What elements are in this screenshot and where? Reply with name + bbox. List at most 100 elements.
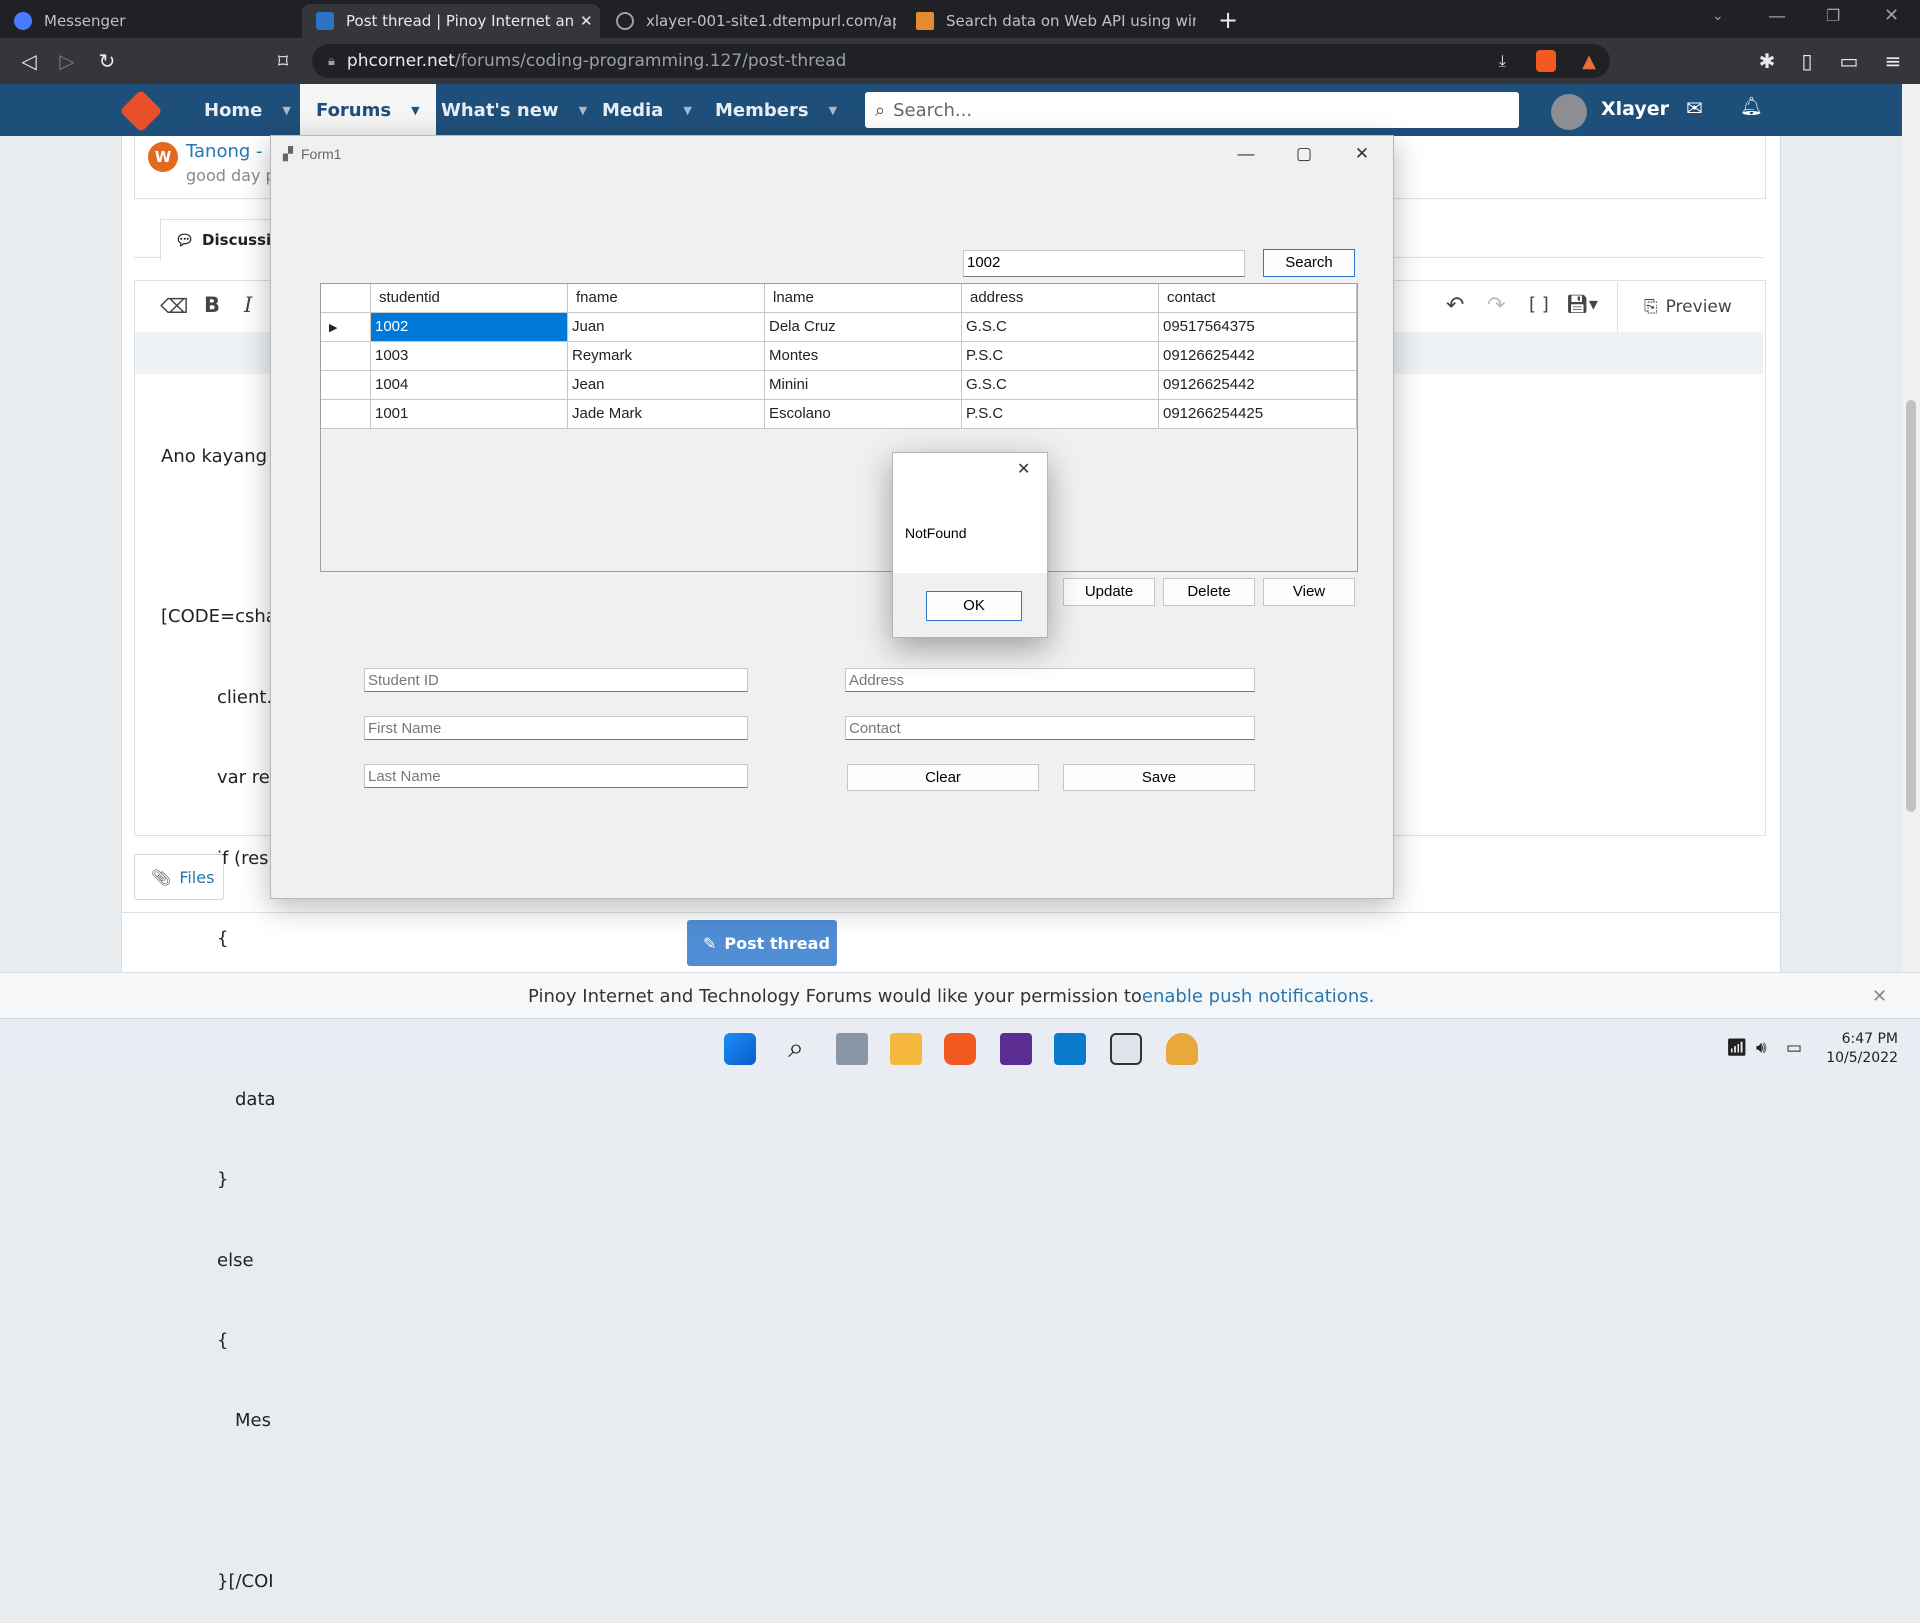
volume-icon[interactable]: 🔊︎: [1756, 1038, 1767, 1058]
battery-icon[interactable]: ▭: [1786, 1038, 1802, 1058]
tab-messenger[interactable]: Messenger: [0, 4, 300, 38]
update-button[interactable]: Update: [1063, 578, 1155, 606]
wallet-icon[interactable]: ▭: [1838, 50, 1860, 72]
username[interactable]: Xlayer: [1601, 98, 1669, 120]
close-icon[interactable]: ✕: [1017, 459, 1030, 479]
table-row[interactable]: 1004 Jean Minini G.S.C 09126625442: [321, 371, 1357, 400]
nav-media[interactable]: Media ▼: [602, 84, 692, 136]
minimize-icon[interactable]: —: [1217, 136, 1275, 172]
chevron-down-icon[interactable]: ▼: [829, 104, 837, 117]
column-header[interactable]: fname: [568, 284, 765, 313]
messenger-icon: [14, 12, 32, 30]
row-header[interactable]: [321, 371, 371, 400]
table-row[interactable]: 1001 Jade Mark Escolano P.S.C 0912662544…: [321, 400, 1357, 429]
wifi-icon[interactable]: 📶︎: [1726, 1038, 1748, 1058]
form-app-icon[interactable]: [1110, 1033, 1142, 1065]
column-header[interactable]: address: [962, 284, 1159, 313]
row-header[interactable]: [321, 400, 371, 429]
search-input[interactable]: 1002: [963, 250, 1245, 277]
tab-search-data[interactable]: Search data on Web API using windo: [902, 4, 1202, 38]
chevron-down-icon[interactable]: ▼: [683, 104, 691, 117]
bold-icon[interactable]: B: [204, 293, 220, 317]
nav-whats-new[interactable]: What's new ▼: [441, 84, 587, 136]
files-button[interactable]: 📎︎ Files: [134, 854, 224, 900]
chevron-down-icon[interactable]: ▼: [411, 104, 419, 117]
last-name-field[interactable]: Last Name: [364, 764, 748, 788]
maximize-icon[interactable]: ▢: [1275, 136, 1333, 172]
file-explorer-icon[interactable]: [890, 1033, 922, 1065]
undo-icon[interactable]: ↶: [1446, 293, 1464, 318]
chevron-down-icon[interactable]: ▼: [282, 104, 290, 117]
nav-home[interactable]: Home ▼: [204, 84, 291, 136]
back-icon[interactable]: ◁: [18, 50, 40, 72]
close-tab-icon[interactable]: ✕: [580, 12, 593, 30]
contact-field[interactable]: Contact: [845, 716, 1255, 740]
tab-api[interactable]: xlayer-001-site1.dtempurl.com/api/St: [602, 4, 900, 38]
restore-icon[interactable]: ❐: [1826, 6, 1840, 25]
column-header[interactable]: contact: [1159, 284, 1357, 313]
windows-start-icon[interactable]: [724, 1033, 756, 1065]
preview-icon: ⎘: [1644, 297, 1658, 317]
sidebar-icon[interactable]: ▯: [1796, 50, 1818, 72]
student-id-field[interactable]: Student ID: [364, 668, 748, 692]
menu-icon[interactable]: ≡: [1882, 50, 1904, 72]
close-window-icon[interactable]: ✕: [1884, 5, 1899, 26]
search-icon[interactable]: ⌕: [780, 1033, 812, 1065]
avatar: W: [148, 142, 178, 172]
close-icon[interactable]: ✕: [1872, 986, 1887, 1007]
clear-button[interactable]: Clear: [847, 764, 1039, 791]
brave-browser-icon[interactable]: [944, 1033, 976, 1065]
ok-button[interactable]: OK: [926, 591, 1022, 621]
preview-button[interactable]: ⎘ Preview: [1617, 282, 1764, 332]
post-thread-button[interactable]: ✎ Post thread: [687, 920, 837, 966]
bell-icon[interactable]: 🔔︎: [1740, 96, 1763, 117]
bookmark-icon[interactable]: ⌑: [272, 50, 294, 72]
task-view-icon[interactable]: [836, 1033, 868, 1065]
eraser-icon[interactable]: ⌫: [160, 294, 188, 318]
close-icon[interactable]: ✕: [1333, 136, 1391, 172]
forward-icon[interactable]: ▷: [56, 50, 78, 72]
toggle-bbcode-icon[interactable]: [ ]: [1529, 294, 1549, 315]
address-bar[interactable]: 🔒︎ phcorner.net /forums/coding-programmi…: [312, 44, 1610, 78]
italic-icon[interactable]: I: [244, 293, 252, 317]
clock[interactable]: 6:47 PM 10/5/2022: [1808, 1030, 1898, 1068]
save-button[interactable]: Save: [1063, 764, 1255, 791]
address-field[interactable]: Address: [845, 668, 1255, 692]
save-draft-icon[interactable]: 💾︎▾: [1566, 294, 1598, 315]
app-icon[interactable]: [1166, 1033, 1198, 1065]
column-header[interactable]: lname: [765, 284, 962, 313]
brave-rewards-icon[interactable]: ▲: [1582, 51, 1596, 72]
tab-post-thread[interactable]: Post thread | Pinoy Internet and T ✕: [302, 4, 600, 38]
enable-push-link[interactable]: enable push notifications.: [1142, 986, 1374, 1007]
table-row[interactable]: 1003 Reymark Montes P.S.C 09126625442: [321, 342, 1357, 371]
search-button[interactable]: Search: [1263, 249, 1355, 277]
nav-members[interactable]: Members ▼: [715, 84, 837, 136]
reload-icon[interactable]: ↻: [96, 50, 118, 72]
nav-forums[interactable]: Forums ▼: [300, 84, 436, 136]
page-scrollbar[interactable]: [1902, 84, 1920, 1018]
delete-button[interactable]: Delete: [1163, 578, 1255, 606]
tab-discussion[interactable]: 💬︎ Discussio: [160, 219, 281, 260]
minimize-icon[interactable]: —: [1768, 6, 1786, 27]
first-name-field[interactable]: First Name: [364, 716, 748, 740]
view-button[interactable]: View: [1263, 578, 1355, 606]
reply-author[interactable]: Tanong -: [186, 141, 263, 162]
download-icon[interactable]: ⤓: [1499, 51, 1506, 71]
column-header[interactable]: studentid: [371, 284, 568, 313]
extensions-icon[interactable]: ✱: [1756, 50, 1778, 72]
table-row[interactable]: ▶ 1002 Juan Dela Cruz G.S.C 09517564375: [321, 313, 1357, 342]
redo-icon[interactable]: ↷: [1487, 293, 1505, 318]
brave-shield-icon[interactable]: [1536, 50, 1556, 72]
forum-search-input[interactable]: ⌕ Search...: [865, 92, 1519, 128]
student-data-grid[interactable]: studentid fname lname address contact ▶ …: [320, 283, 1358, 572]
row-header[interactable]: [321, 342, 371, 371]
vscode-icon[interactable]: [1054, 1033, 1086, 1065]
mail-icon[interactable]: ✉: [1686, 96, 1703, 120]
new-tab-icon[interactable]: +: [1218, 6, 1238, 34]
scrollbar-thumb[interactable]: [1906, 400, 1916, 812]
chevron-down-icon[interactable]: ▼: [579, 104, 587, 117]
visual-studio-icon[interactable]: [1000, 1033, 1032, 1065]
tab-search-chevron-icon[interactable]: ⌄: [1712, 8, 1724, 24]
row-selector-arrow-icon[interactable]: ▶: [321, 313, 371, 342]
avatar[interactable]: [1551, 94, 1587, 130]
